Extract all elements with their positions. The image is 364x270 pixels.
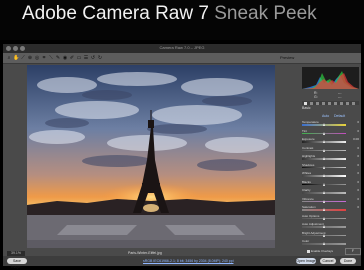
open-image-button[interactable]: Open Image: [296, 258, 316, 264]
preview-checkbox[interactable]: Preview: [280, 55, 294, 60]
white-balance-icon[interactable]: ⟋: [20, 55, 26, 61]
histogram: [302, 67, 359, 89]
banner-title-wrap: Adobe Camera Raw 7 Sneak Peek: [22, 3, 317, 25]
preferences-icon[interactable]: ☰: [83, 55, 89, 61]
image-canvas: 39.1% Paris-Winter-Eiffel.jpg: [3, 64, 300, 256]
workflow-options-link[interactable]: sRGB IEC61966-2.1; 8 bit; 3456 by 2304 (…: [143, 259, 233, 263]
slider-value-field[interactable]: 0.00: [348, 137, 359, 141]
slider-value-field[interactable]: 0: [348, 146, 359, 150]
spot-removal-icon[interactable]: ✎: [55, 55, 61, 61]
targeted-adjust-icon[interactable]: ◎: [34, 55, 40, 61]
default-link[interactable]: Default: [334, 114, 345, 118]
hand-icon[interactable]: ✋: [13, 55, 19, 61]
slider-value-field[interactable]: [348, 231, 359, 235]
color-sampler-icon[interactable]: ⊕: [27, 55, 33, 61]
preview-image[interactable]: [27, 65, 275, 248]
panel-tabs: [302, 101, 359, 105]
slider-value-field[interactable]: 0: [348, 163, 359, 167]
slider-value-field[interactable]: [348, 222, 359, 226]
slider-value-field[interactable]: 0: [348, 197, 359, 201]
slider-row: Shadows 0: [302, 163, 359, 170]
fullscreen-button[interactable]: F: [345, 248, 361, 255]
eiffel-tower-photo: [27, 65, 275, 248]
right-panel: R: G: --- --- Basic Auto Default Tempera…: [300, 64, 361, 256]
banner-subtitle: Sneak Peek: [214, 3, 317, 24]
save-image-button[interactable]: Save Image...: [7, 258, 27, 269]
toolbar: ⌕ ✋ ⟋ ⊕ ◎ ⌗ ⟍ ✎ ◉ ✐ ▭ ☰ ↺ ↻ Preview: [3, 53, 361, 64]
tab-hsl[interactable]: [322, 101, 325, 105]
slider-thumb[interactable]: [322, 199, 325, 203]
slider-row: Auto Options: [302, 214, 359, 221]
slider-thumb[interactable]: [322, 225, 325, 229]
auto-link[interactable]: Auto: [322, 114, 329, 118]
tab-split-toning[interactable]: [328, 101, 331, 105]
slider-row: Saturation 0: [302, 205, 359, 212]
rotate-right-icon[interactable]: ↻: [97, 55, 103, 61]
graduated-filter-icon[interactable]: ▭: [76, 55, 82, 61]
slider-row: Blacks 0: [302, 180, 359, 187]
banner: Adobe Camera Raw 7 Sneak Peek: [0, 0, 364, 40]
tab-effects[interactable]: [340, 101, 343, 105]
tab-detail[interactable]: [316, 101, 319, 105]
slider-thumb[interactable]: [322, 191, 325, 195]
slider-row: Vibrance 0: [302, 197, 359, 204]
bottom-bar: Save Image... sRGB IEC61966-2.1; 8 bit; …: [3, 256, 361, 269]
slider-row: Whites 0: [302, 171, 359, 178]
slider-row: Color: [302, 239, 359, 246]
tab-basic[interactable]: [304, 101, 307, 105]
window-title: Camera Raw 7.0 – JPEG: [159, 45, 205, 50]
slider-thumb[interactable]: [322, 174, 325, 178]
panel-title: Basic: [302, 106, 311, 110]
slider-row: Contrast 0: [302, 146, 359, 153]
tab-camera-calibration[interactable]: [346, 101, 349, 105]
rgb-label-g: G:: [314, 95, 318, 99]
slider-value-field[interactable]: 0: [348, 171, 359, 175]
slider-value-field[interactable]: 0: [348, 188, 359, 192]
slider-thumb[interactable]: [322, 242, 325, 246]
rgb-value-g: ---: [338, 95, 342, 99]
slider-thumb[interactable]: [322, 208, 325, 212]
slider-row: Highlights 0: [302, 154, 359, 161]
histogram-graph: [302, 71, 359, 89]
slider-value-field[interactable]: [348, 239, 359, 243]
slider-thumb[interactable]: [322, 157, 325, 161]
banner-title: Adobe Camera Raw 7: [22, 3, 209, 24]
camera-raw-window: Camera Raw 7.0 – JPEG ⌕ ✋ ⟋ ⊕ ◎ ⌗ ⟍ ✎ ◉ …: [3, 44, 361, 269]
adjustment-brush-icon[interactable]: ✐: [69, 55, 75, 61]
slider-thumb[interactable]: [322, 216, 325, 220]
slider-thumb[interactable]: [322, 233, 325, 237]
slider-thumb[interactable]: [322, 182, 325, 186]
file-name: Paris-Winter-Eiffel.jpg: [128, 251, 162, 255]
cancel-button[interactable]: Cancel: [320, 258, 336, 264]
slider-value-field[interactable]: 0: [348, 120, 359, 124]
slider-row: Tint 0: [302, 129, 359, 136]
slider-row: Exposure 0.00: [302, 137, 359, 144]
straighten-icon[interactable]: ⟍: [48, 55, 54, 61]
rotate-left-icon[interactable]: ↺: [90, 55, 96, 61]
slider-value-field[interactable]: 0: [348, 205, 359, 209]
slider-value-field[interactable]: 0: [348, 180, 359, 184]
slider-value-field[interactable]: 0: [348, 154, 359, 158]
enable-overlays-label: Enable Overlays: [311, 249, 334, 253]
enable-overlays-checkbox[interactable]: [307, 249, 310, 253]
slider-row: Auto Adjustment: [302, 222, 359, 229]
slider-value-field[interactable]: [348, 214, 359, 218]
slider-row: Temperature 0: [302, 120, 359, 127]
done-button[interactable]: Done: [340, 258, 356, 264]
tab-presets[interactable]: [352, 101, 355, 105]
red-eye-icon[interactable]: ◉: [62, 55, 68, 61]
tab-tone-curve[interactable]: [310, 101, 313, 105]
slider-thumb[interactable]: [322, 123, 325, 127]
slider-thumb[interactable]: [322, 131, 325, 135]
tab-lens[interactable]: [334, 101, 337, 105]
slider-value-field[interactable]: 0: [348, 129, 359, 133]
title-bar: Camera Raw 7.0 – JPEG: [3, 44, 361, 53]
zoom-icon[interactable]: ⌕: [6, 55, 12, 61]
slider-thumb[interactable]: [322, 165, 325, 169]
slider-thumb[interactable]: [322, 140, 325, 144]
slider-thumb[interactable]: [322, 148, 325, 152]
slider-row: Bright Adjustment: [302, 231, 359, 238]
crop-icon[interactable]: ⌗: [41, 55, 47, 61]
slider-row: Clarity 0: [302, 188, 359, 195]
